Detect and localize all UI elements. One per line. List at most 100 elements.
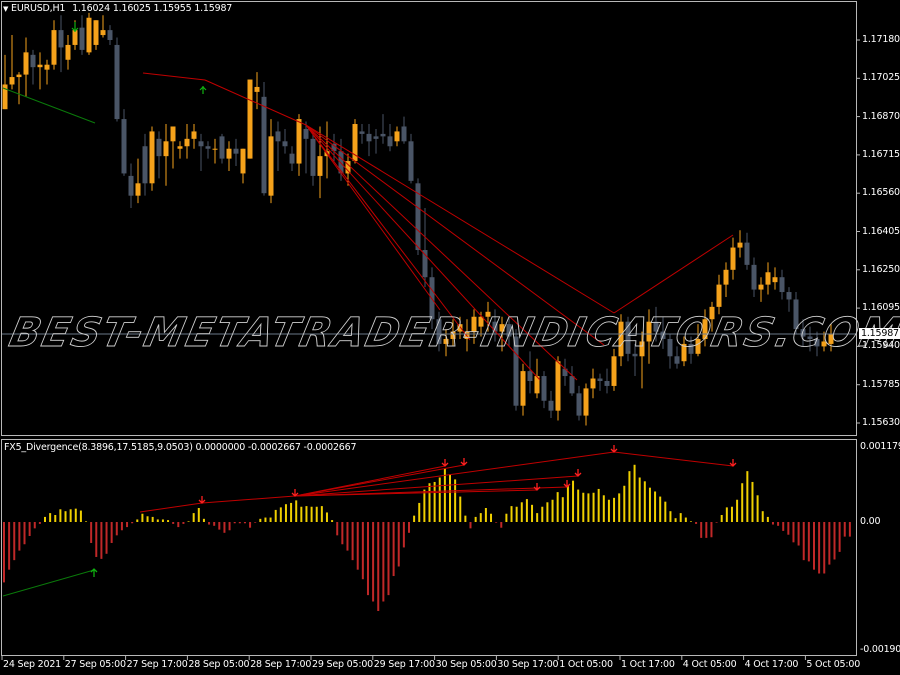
- candle: [16, 72, 22, 105]
- time-tick-label: 1 Oct 17:00: [621, 659, 675, 670]
- candle-body: [583, 388, 589, 416]
- candle: [597, 373, 603, 391]
- arrow-down-icon: [460, 458, 468, 466]
- candle-body: [16, 74, 22, 78]
- candle: [51, 20, 57, 70]
- candle: [261, 82, 267, 196]
- candle-body: [555, 361, 561, 411]
- candle-body: [317, 156, 323, 176]
- divergence-line: [139, 502, 203, 513]
- candle-body: [716, 284, 722, 307]
- ohlc-low: 1.15955: [153, 3, 192, 14]
- arrow-up-icon: [199, 86, 207, 94]
- candle-body: [394, 131, 400, 142]
- candle: [275, 121, 281, 171]
- watermark: BEST-METATRADER-INDICATORS.COM: [5, 308, 900, 356]
- candle-body: [380, 133, 386, 137]
- candle: [401, 116, 407, 144]
- candle-body: [303, 128, 309, 139]
- symbol-header: ▼ EURUSD,H1 1.16024 1.16025 1.15955 1.15…: [3, 3, 232, 14]
- candle: [191, 124, 197, 149]
- candle: [79, 15, 85, 55]
- divergence-line: [305, 124, 615, 314]
- time-tick-label: 27 Sep 05:00: [64, 659, 126, 670]
- candle: [149, 126, 155, 191]
- price-tick-label: 1.15630: [862, 417, 900, 428]
- candle-body: [107, 30, 113, 40]
- candle: [527, 351, 533, 394]
- candle-body: [79, 27, 85, 50]
- dropdown-triangle-icon[interactable]: ▼: [3, 5, 8, 13]
- candle: [226, 141, 232, 171]
- arrow-down-icon: [563, 480, 571, 488]
- candle-body: [247, 79, 253, 159]
- price-tick-label: 1.16870: [862, 110, 900, 122]
- candle: [373, 128, 379, 154]
- candle: [730, 237, 736, 280]
- candle-body: [170, 126, 176, 142]
- divergence-line: [294, 475, 579, 497]
- candle: [520, 363, 526, 416]
- divergence-lines-indicator: [2, 445, 737, 597]
- candle-body: [765, 272, 771, 285]
- divergence-line: [613, 234, 734, 314]
- candle-body: [23, 52, 29, 75]
- candle-body: [779, 277, 785, 293]
- candle-body: [597, 378, 603, 381]
- candle-body: [114, 44, 120, 120]
- candle-body: [520, 371, 526, 406]
- candle-body: [128, 175, 134, 196]
- candle-body: [569, 376, 575, 394]
- candle-body: [730, 247, 736, 270]
- candle: [184, 124, 190, 159]
- candle: [590, 368, 596, 399]
- candle: [9, 35, 15, 90]
- arrow-down-icon: [729, 459, 737, 467]
- candle-body: [163, 141, 169, 157]
- candle: [296, 114, 302, 176]
- chart-canvas[interactable]: BEST-METATRADER-INDICATORS.COM: [0, 0, 900, 675]
- indicator-tick-label: 0.00: [860, 516, 881, 527]
- candle-body: [191, 131, 197, 139]
- candle-body: [219, 136, 225, 159]
- candle-body: [9, 77, 15, 85]
- candle: [744, 232, 750, 270]
- time-tick-label: 4 Oct 17:00: [744, 659, 799, 670]
- candle-body: [611, 356, 617, 386]
- candle: [240, 148, 246, 184]
- candle: [58, 15, 64, 73]
- candle: [415, 178, 421, 255]
- price-tick-label: 1.16715: [862, 148, 900, 160]
- price-tick-label: 1.16250: [862, 263, 900, 275]
- candle: [205, 141, 211, 159]
- time-tick-label: 30 Sep 05:00: [435, 659, 497, 670]
- price-tick-label: 1.16095: [862, 302, 900, 314]
- time-tick-label: 29 Sep 17:00: [373, 659, 435, 670]
- candle: [779, 269, 785, 300]
- candle: [282, 128, 288, 154]
- candle-body: [184, 138, 190, 147]
- candle: [128, 163, 134, 209]
- candle-body: [604, 380, 610, 386]
- candle: [555, 356, 561, 421]
- candle: [604, 368, 610, 394]
- candle-body: [30, 54, 36, 68]
- arrow-down-icon: [610, 445, 618, 453]
- price-tick-label: 1.17180: [862, 34, 900, 45]
- price-panel-frame: [1, 1, 857, 436]
- candle: [569, 366, 575, 396]
- candle-body: [86, 17, 92, 53]
- candle-body: [366, 133, 372, 142]
- arrow-up-icon: [90, 568, 98, 577]
- candle-body: [93, 20, 99, 45]
- divergence-line: [204, 79, 307, 126]
- candle-body: [310, 138, 316, 176]
- candle-body: [541, 376, 547, 401]
- candle-body: [240, 148, 246, 174]
- candle: [751, 257, 757, 297]
- arrow-down-icon: [198, 496, 206, 504]
- candle-body: [261, 96, 267, 194]
- indicator-tick-label: -0.0019039: [860, 644, 900, 655]
- candle: [541, 371, 547, 409]
- time-tick-label: 1 Oct 05:00: [559, 659, 613, 670]
